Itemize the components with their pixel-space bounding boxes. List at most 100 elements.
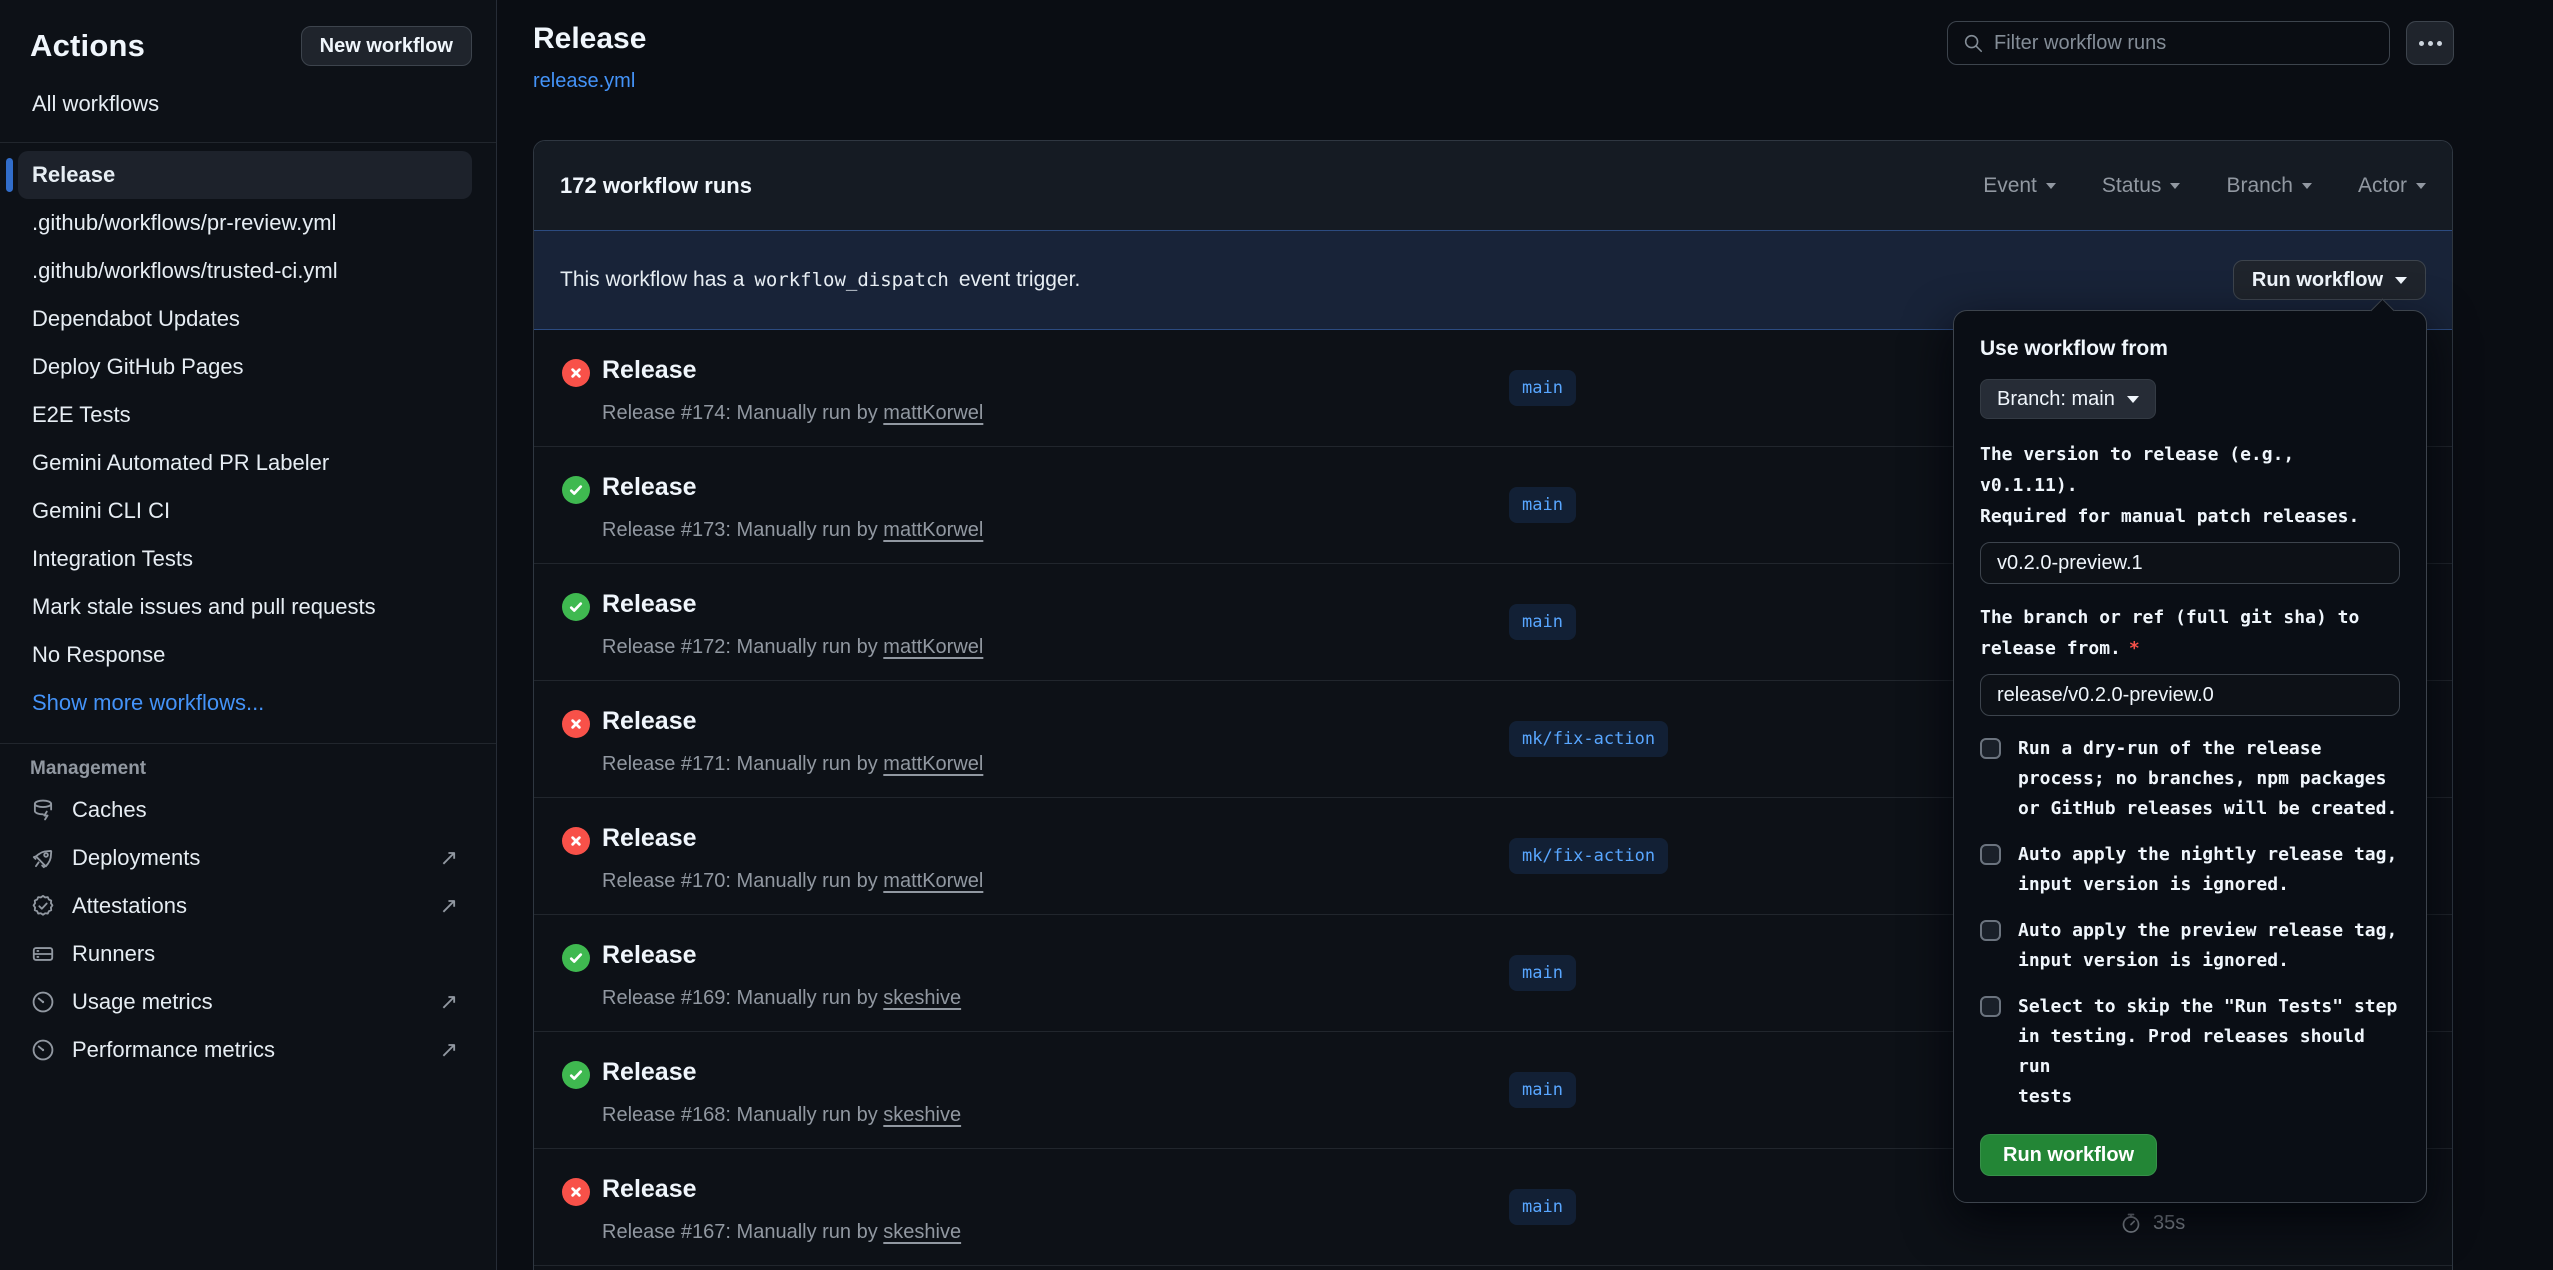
sidebar-item-all-workflows[interactable]: All workflows bbox=[18, 82, 472, 126]
management-item[interactable]: Performance metrics ↗ bbox=[0, 1026, 496, 1074]
sidebar-workflow-item[interactable]: .github/workflows/trusted-ci.yml bbox=[18, 247, 472, 295]
required-asterisk: * bbox=[2129, 638, 2140, 659]
sidebar-workflow-item[interactable]: E2E Tests bbox=[18, 391, 472, 439]
run-actor-link[interactable]: mattKorwel bbox=[883, 753, 983, 775]
filter-dropdown[interactable]: Branch bbox=[2226, 174, 2312, 198]
sidebar-workflow-label: Dependabot Updates bbox=[32, 306, 240, 332]
branch-badge[interactable]: main bbox=[1509, 604, 1576, 640]
run-title-link[interactable]: Release bbox=[602, 824, 697, 852]
version-input[interactable] bbox=[1980, 542, 2400, 584]
sidebar-workflow-item[interactable]: Deploy GitHub Pages bbox=[18, 343, 472, 391]
management-item[interactable]: Caches bbox=[0, 786, 496, 834]
run-title-link[interactable]: Release bbox=[602, 356, 697, 384]
run-filters: Event Status Branch bbox=[1983, 174, 2426, 198]
branch-badge[interactable]: main bbox=[1509, 487, 1576, 523]
run-actor-link[interactable]: mattKorwel bbox=[883, 402, 983, 424]
branch-badge[interactable]: main bbox=[1509, 370, 1576, 406]
sidebar-workflow-item[interactable]: .github/workflows/pr-review.yml bbox=[18, 199, 472, 247]
run-actor-link[interactable]: mattKorwel bbox=[883, 636, 983, 658]
management-item[interactable]: Attestations ↗ bbox=[0, 882, 496, 930]
run-description: Release #169: Manually run by skeshive bbox=[602, 987, 961, 1010]
run-actor-link[interactable]: mattKorwel bbox=[883, 870, 983, 892]
run-description: Release #172: Manually run by mattKorwel bbox=[602, 636, 983, 659]
run-description: Release #168: Manually run by skeshive bbox=[602, 1104, 961, 1127]
sidebar-workflow-label: Release bbox=[32, 162, 115, 188]
management-section-label: Management bbox=[30, 758, 472, 780]
new-workflow-button[interactable]: New workflow bbox=[301, 26, 472, 66]
run-title-link[interactable]: Release bbox=[602, 1175, 697, 1203]
checkbox[interactable] bbox=[1980, 738, 2001, 759]
workflow-input-checkbox-group: Auto apply the nightly release tag, inpu… bbox=[1980, 840, 2400, 900]
sidebar-workflow-item[interactable]: Dependabot Updates bbox=[18, 295, 472, 343]
run-actor-link[interactable]: skeshive bbox=[883, 987, 961, 1009]
management-item-icon bbox=[30, 941, 56, 967]
management-item[interactable]: Deployments ↗ bbox=[0, 834, 496, 882]
management-item-label: Attestations bbox=[72, 893, 187, 919]
checkbox[interactable] bbox=[1980, 844, 2001, 865]
run-title-link[interactable]: Release bbox=[602, 590, 697, 618]
actions-page: Actions New workflow All workflows Relea… bbox=[0, 0, 2553, 1270]
branch-selector-button[interactable]: Branch: main bbox=[1980, 379, 2156, 419]
chevron-down-icon bbox=[2302, 183, 2312, 189]
run-actor-link[interactable]: mattKorwel bbox=[883, 519, 983, 541]
run-actor-link[interactable]: skeshive bbox=[883, 1221, 961, 1243]
filter-runs-input[interactable] bbox=[1994, 32, 2375, 55]
sidebar-workflow-item[interactable]: Integration Tests bbox=[18, 535, 472, 583]
management-item[interactable]: Usage metrics ↗ bbox=[0, 978, 496, 1026]
workflow-input-checkbox-group: Select to skip the "Run Tests" step in t… bbox=[1980, 992, 2400, 1112]
branch-badge[interactable]: main bbox=[1509, 1072, 1576, 1108]
sidebar-workflow-label: Integration Tests bbox=[32, 546, 193, 572]
popover-title: Use workflow from bbox=[1980, 337, 2400, 361]
branch-badge[interactable]: mk/fix-action bbox=[1509, 721, 1668, 757]
management-item-label: Performance metrics bbox=[72, 1037, 275, 1063]
run-workflow-dropdown-button[interactable]: Run workflow bbox=[2233, 260, 2426, 300]
run-title-link[interactable]: Release bbox=[602, 1058, 697, 1086]
filter-dropdown[interactable]: Actor bbox=[2358, 174, 2426, 198]
sidebar-workflow-item[interactable]: Gemini CLI CI bbox=[18, 487, 472, 535]
management-item-icon bbox=[30, 1037, 56, 1063]
sidebar-workflow-item[interactable]: Mark stale issues and pull requests bbox=[18, 583, 472, 631]
run-title-link[interactable]: Release bbox=[602, 707, 697, 735]
management-item-label: Runners bbox=[72, 941, 155, 967]
sidebar-workflow-item[interactable]: Release bbox=[18, 151, 472, 199]
workflow-file-link[interactable]: release.yml bbox=[533, 70, 635, 93]
management-item-label: Deployments bbox=[72, 845, 200, 871]
branch-badge[interactable]: mk/fix-action bbox=[1509, 838, 1668, 874]
management-item-icon bbox=[30, 797, 56, 823]
checkbox[interactable] bbox=[1980, 996, 2001, 1017]
branch-badge[interactable]: main bbox=[1509, 1189, 1576, 1225]
checkbox-label: Auto apply the preview release tag, inpu… bbox=[2018, 916, 2397, 976]
actions-sidebar: Actions New workflow All workflows Relea… bbox=[0, 0, 497, 1270]
ref-input[interactable] bbox=[1980, 674, 2400, 716]
checkbox-label: Run a dry-run of the release process; no… bbox=[2018, 734, 2397, 824]
branch-badge[interactable]: main bbox=[1509, 955, 1576, 991]
chevron-down-icon bbox=[2395, 277, 2407, 284]
management-item-label: Caches bbox=[72, 797, 147, 823]
run-title-link[interactable]: Release bbox=[602, 941, 697, 969]
filter-dropdown[interactable]: Event bbox=[1983, 174, 2056, 198]
arrow-up-right-icon: ↗ bbox=[440, 1037, 458, 1063]
show-more-workflows-link[interactable]: Show more workflows... bbox=[18, 679, 472, 727]
page-kebab-button[interactable] bbox=[2406, 21, 2454, 65]
run-count: 172 workflow runs bbox=[560, 173, 752, 199]
workflow-input-checkbox-group: Auto apply the preview release tag, inpu… bbox=[1980, 916, 2400, 976]
checkbox-label: Select to skip the "Run Tests" step in t… bbox=[2018, 992, 2400, 1112]
sidebar-workflow-item[interactable]: Gemini Automated PR Labeler bbox=[18, 439, 472, 487]
management-item-icon bbox=[30, 989, 56, 1015]
run-workflow-submit-button[interactable]: Run workflow bbox=[1980, 1134, 2157, 1176]
run-actor-link[interactable]: skeshive bbox=[883, 1104, 961, 1126]
workflow-list: Release .github/workflows/pr-review.yml … bbox=[0, 143, 496, 727]
run-status-icon bbox=[562, 1061, 590, 1089]
management-item[interactable]: Runners bbox=[0, 930, 496, 978]
checkbox[interactable] bbox=[1980, 920, 2001, 941]
arrow-up-right-icon: ↗ bbox=[440, 845, 458, 871]
filter-runs-searchbox bbox=[1947, 21, 2390, 65]
sidebar-workflow-item[interactable]: No Response bbox=[18, 631, 472, 679]
runs-panel-header: 172 workflow runs Event Status bbox=[534, 141, 2452, 230]
sidebar-workflow-label: No Response bbox=[32, 642, 165, 668]
run-title-link[interactable]: Release bbox=[602, 473, 697, 501]
run-duration: 35s bbox=[2153, 1212, 2185, 1235]
run-status-icon bbox=[562, 593, 590, 621]
filter-dropdown[interactable]: Status bbox=[2102, 174, 2181, 198]
run-status-icon bbox=[562, 827, 590, 855]
